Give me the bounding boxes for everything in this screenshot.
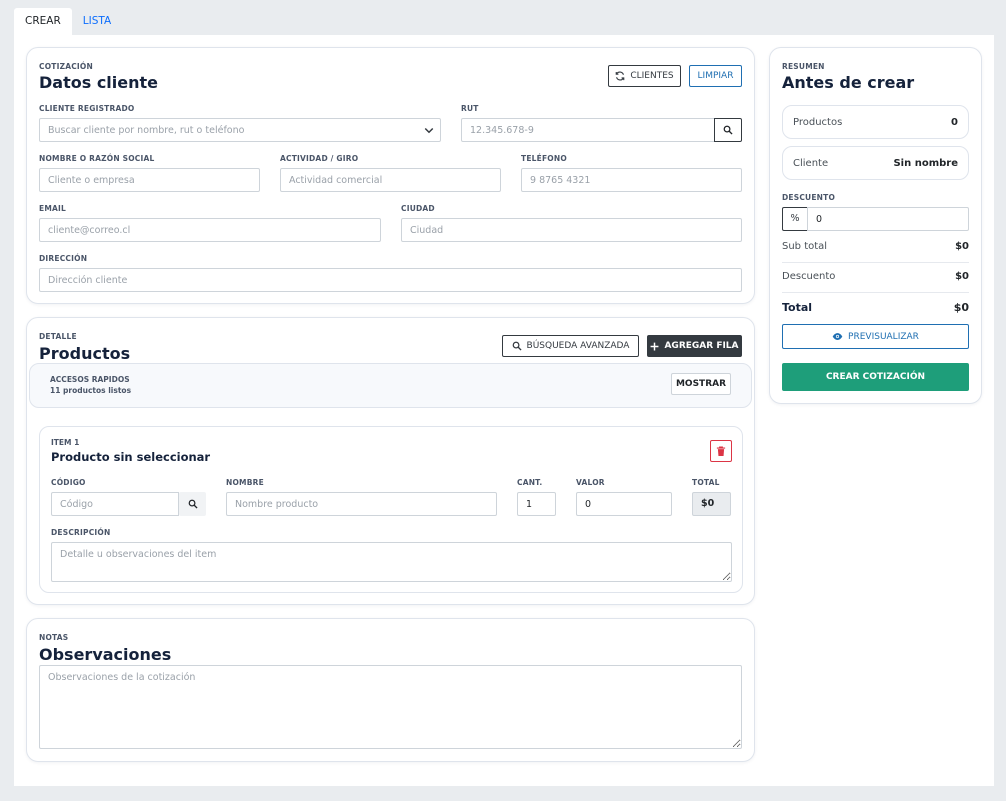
descuento-row: Descuento $0 — [782, 271, 969, 282]
tab-bar: CREAR LISTA — [14, 8, 122, 35]
total-row-label: Total — [782, 301, 813, 314]
cliente-eyebrow: COTIZACIÓN — [39, 62, 93, 71]
tab-crear[interactable]: CREAR — [14, 8, 72, 35]
cliente-title: Datos cliente — [39, 73, 159, 92]
nombre-input[interactable] — [39, 168, 260, 192]
direccion-label: DIRECCIÓN — [39, 254, 88, 263]
cantidad-input[interactable] — [517, 492, 556, 516]
codigo-input[interactable] — [51, 492, 179, 516]
direccion-input[interactable] — [39, 268, 742, 292]
agregar-fila-label: AGREGAR FILA — [664, 341, 739, 351]
tab-lista[interactable]: LISTA — [72, 8, 122, 35]
ciudad-label: CIUDAD — [401, 204, 435, 213]
resumen-eyebrow: RESUMEN — [782, 62, 825, 71]
search-icon — [188, 499, 198, 509]
nombre-producto-input[interactable] — [226, 492, 497, 516]
item-card: ITEM 1 Producto sin seleccionar CÓDIGO N… — [39, 426, 743, 593]
limpiar-button[interactable]: LIMPIAR — [689, 65, 742, 87]
observaciones-textarea[interactable] — [39, 665, 742, 749]
divider — [782, 292, 969, 293]
rut-label: RUT — [461, 104, 479, 113]
divider — [782, 262, 969, 263]
descuento-label: DESCUENTO — [782, 193, 836, 202]
main-panel: COTIZACIÓN Datos cliente CLIENTES LIMPIA… — [14, 35, 994, 786]
cliente-stat: Cliente Sin nombre — [782, 146, 969, 180]
accesos-rapidos-count: 11 productos listos — [50, 386, 132, 395]
cantidad-label: CANT. — [517, 478, 543, 487]
subtotal-value: $0 — [955, 241, 969, 252]
productos-stat: Productos 0 — [782, 105, 969, 139]
codigo-search-button[interactable] — [179, 492, 206, 516]
trash-icon — [716, 445, 726, 456]
clientes-button[interactable]: CLIENTES — [608, 65, 681, 87]
refresh-icon — [616, 71, 625, 81]
search-icon — [512, 341, 522, 351]
telefono-input[interactable] — [521, 168, 742, 192]
descuento-row-value: $0 — [955, 271, 969, 282]
telefono-label: TELÉFONO — [521, 154, 567, 163]
descripcion-textarea[interactable] — [51, 542, 732, 582]
cliente-registrado-select[interactable] — [39, 118, 441, 142]
notas-title: Observaciones — [39, 645, 172, 664]
busqueda-avanzada-label: BÚSQUEDA AVANZADA — [526, 341, 630, 351]
resumen-card: RESUMEN Antes de crear Productos 0 Clien… — [769, 47, 982, 404]
notas-card: NOTAS Observaciones — [26, 618, 755, 762]
valor-input[interactable] — [576, 492, 672, 516]
eye-icon — [832, 333, 843, 340]
busqueda-avanzada-button[interactable]: BÚSQUEDA AVANZADA — [502, 335, 639, 357]
chevron-down-icon — [424, 127, 434, 134]
productos-card: DETALLE Productos BÚSQUEDA AVANZADA AGRE… — [26, 317, 755, 605]
mostrar-button[interactable]: MOSTRAR — [671, 373, 731, 395]
rut-search-button[interactable] — [714, 118, 742, 142]
notas-eyebrow: NOTAS — [39, 633, 69, 642]
giro-label: ACTIVIDAD / GIRO — [280, 154, 359, 163]
limpiar-button-label: LIMPIAR — [697, 71, 734, 81]
ciudad-input[interactable] — [401, 218, 742, 242]
productos-stat-value: 0 — [951, 116, 958, 128]
previsualizar-button[interactable]: PREVISUALIZAR — [782, 324, 969, 349]
clientes-button-label: CLIENTES — [630, 71, 674, 81]
codigo-label: CÓDIGO — [51, 478, 86, 487]
cliente-registrado-label: CLIENTE REGISTRADO — [39, 104, 135, 113]
search-icon — [723, 125, 733, 135]
cliente-card: COTIZACIÓN Datos cliente CLIENTES LIMPIA… — [26, 47, 755, 304]
mostrar-button-label: MOSTRAR — [675, 379, 727, 389]
productos-eyebrow: DETALLE — [39, 332, 77, 341]
nombre-producto-label: NOMBRE — [226, 478, 264, 487]
email-label: EMAIL — [39, 204, 66, 213]
cliente-registrado-input[interactable] — [39, 118, 441, 142]
giro-input[interactable] — [280, 168, 501, 192]
plus-icon — [651, 342, 659, 350]
previsualizar-label: PREVISUALIZAR — [848, 331, 919, 342]
crear-cotizacion-label: CREAR COTIZACIÓN — [825, 372, 926, 382]
total-label: TOTAL — [692, 478, 720, 487]
agregar-fila-button[interactable]: AGREGAR FILA — [647, 335, 742, 357]
nombre-label: NOMBRE O RAZÓN SOCIAL — [39, 154, 155, 163]
total-row-value: $0 — [953, 301, 969, 314]
valor-label: VALOR — [576, 478, 605, 487]
descuento-unit: % — [782, 207, 808, 231]
productos-stat-label: Productos — [793, 116, 843, 128]
descuento-row-label: Descuento — [782, 271, 836, 282]
total-value: $0 — [692, 492, 731, 516]
email-input[interactable] — [39, 218, 381, 242]
productos-title: Productos — [39, 344, 131, 363]
rut-input[interactable] — [461, 118, 715, 142]
subtotal-row: Sub total $0 — [782, 241, 969, 252]
resumen-title: Antes de crear — [782, 73, 915, 92]
total-row: Total $0 — [782, 301, 969, 314]
descuento-input[interactable] — [807, 207, 969, 231]
cliente-stat-label: Cliente — [793, 157, 829, 169]
accesos-rapidos-title: ACCESOS RAPIDOS — [50, 375, 130, 384]
delete-item-button[interactable] — [710, 440, 732, 462]
cliente-stat-value: Sin nombre — [893, 157, 958, 169]
accesos-rapidos-panel: ACCESOS RAPIDOS 11 productos listos MOST… — [29, 363, 752, 408]
item-title: Producto sin seleccionar — [51, 450, 211, 464]
subtotal-label: Sub total — [782, 241, 828, 252]
crear-cotizacion-button[interactable]: CREAR COTIZACIÓN — [782, 363, 969, 391]
item-eyebrow: ITEM 1 — [51, 438, 80, 447]
descripcion-label: DESCRIPCIÓN — [51, 528, 111, 537]
